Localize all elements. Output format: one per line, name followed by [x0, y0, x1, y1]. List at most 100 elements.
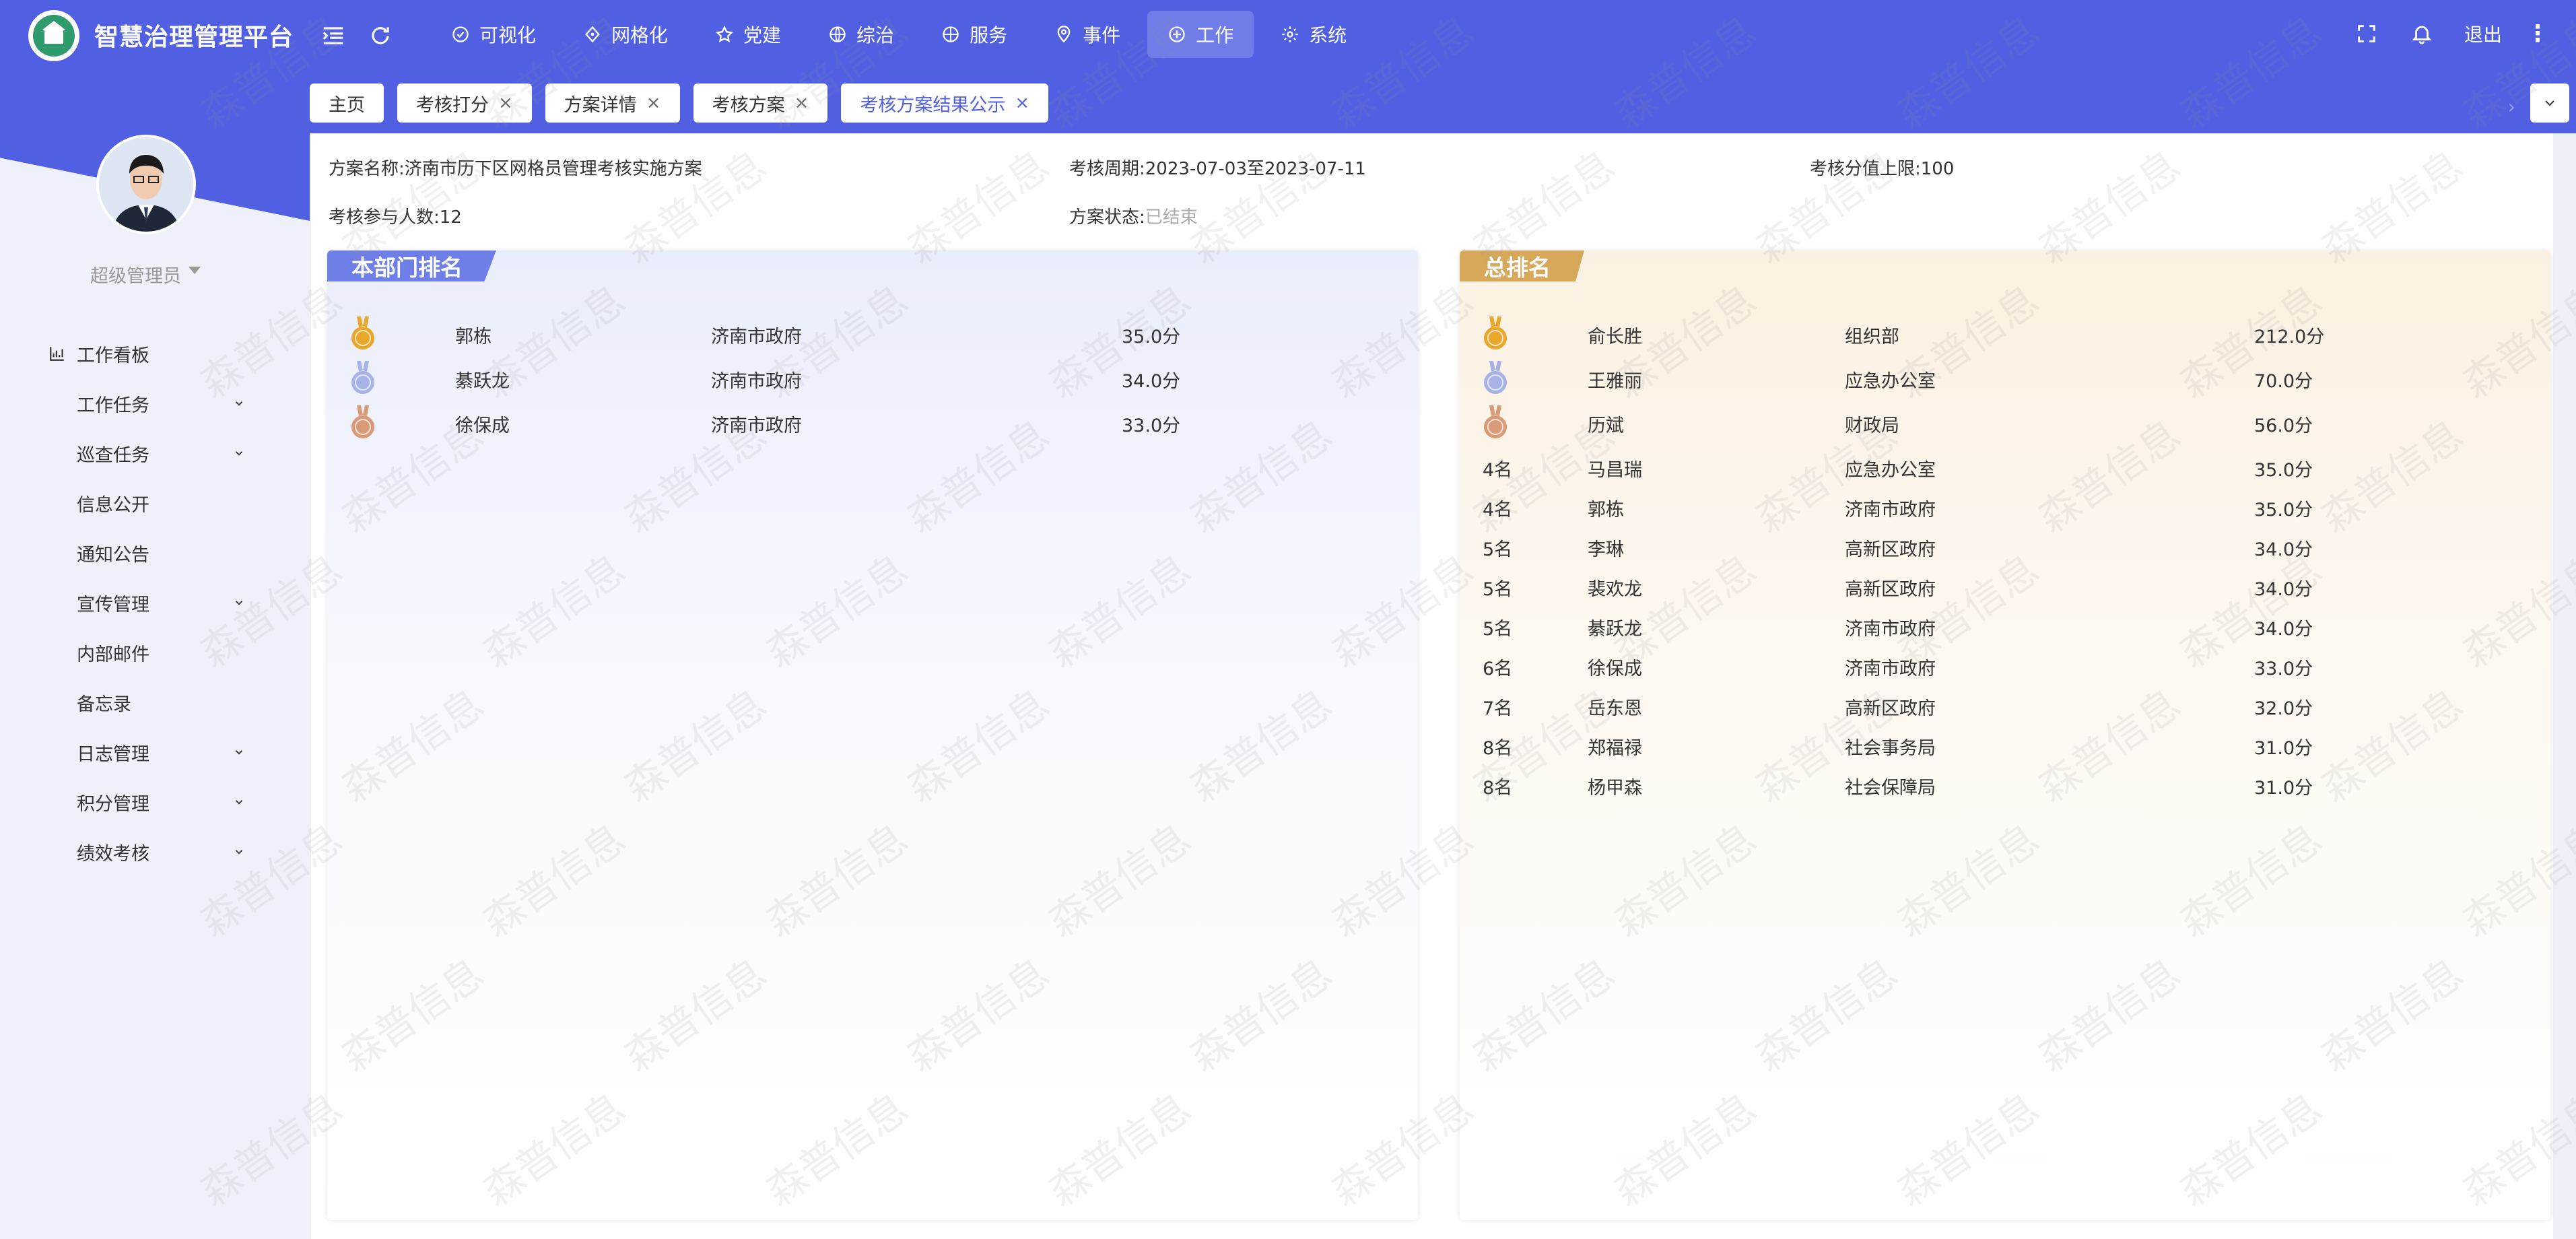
menu-collapse-icon[interactable]	[320, 23, 346, 48]
tab-scroll-right-icon[interactable]: ›	[2508, 96, 2515, 118]
tab-assessment-scoring[interactable]: 考核打分 ×	[397, 83, 532, 123]
refresh-icon[interactable]	[368, 23, 393, 48]
nav-label: 综治	[856, 24, 895, 46]
sidebar-item-label: 工作任务	[77, 395, 149, 416]
nav-item-party[interactable]: 党建	[695, 11, 801, 58]
organization: 社会事务局	[1845, 738, 1936, 759]
nav-item-service[interactable]: 服务	[921, 11, 1027, 58]
chevron-down-icon	[235, 850, 243, 855]
work-icon	[1169, 26, 1185, 42]
person-name: 岳东恩	[1588, 698, 1642, 719]
ranking-row: 5名 裴欢龙 高新区政府 34.0分	[1460, 566, 2550, 605]
sidebar-item-label: 通知公告	[77, 544, 149, 566]
sidebar-item-internal-mail[interactable]: 内部邮件	[0, 628, 310, 677]
grid-icon	[585, 26, 600, 43]
close-icon[interactable]: ×	[1015, 93, 1029, 113]
plan-max-score: 考核分值上限:100	[1810, 155, 1954, 180]
score: 35.0分	[2254, 460, 2313, 481]
tab-list: 主页 考核打分 × 方案详情 × 考核方案 × 考核方案结果公示 ×	[310, 83, 1062, 123]
tab-home[interactable]: 主页	[310, 83, 384, 123]
nav-item-work[interactable]: 工作	[1147, 11, 1254, 58]
gold-medal-icon	[1484, 316, 1507, 349]
nav-item-event[interactable]: 事件	[1034, 11, 1141, 58]
close-icon[interactable]: ×	[498, 93, 513, 113]
plan-period-label: 考核周期:	[1069, 159, 1145, 179]
nav-item-system[interactable]: 系统	[1260, 11, 1367, 58]
nav-label: 系统	[1309, 24, 1347, 46]
nav-label: 网格化	[611, 24, 669, 46]
more-icon[interactable]: ⋮	[2526, 20, 2549, 47]
rank-text: 8名	[1483, 778, 1513, 799]
plan-max-label: 考核分值上限:	[1810, 159, 1921, 179]
avatar[interactable]	[96, 135, 196, 234]
score: 35.0分	[2254, 500, 2313, 521]
chevron-down-icon	[235, 601, 243, 605]
sidebar-item-info-disclosure[interactable]: 信息公开	[0, 478, 310, 528]
sidebar-item-points[interactable]: 积分管理	[0, 777, 310, 827]
score: 212.0分	[2254, 327, 2325, 347]
close-icon[interactable]: ×	[794, 93, 809, 113]
total-ranking-panel: 总排名 俞长胜 组织部 212.0分 王雅丽 应急办公室 70.0分 历斌 财政局 56.0分 4…	[1460, 250, 2550, 1220]
sidebar-item-label: 宣传管理	[77, 594, 149, 615]
close-icon[interactable]: ×	[646, 93, 661, 113]
plan-name: 方案名称:济南市历下区网格员管理考核实施方案	[329, 155, 702, 180]
plan-name-value: 济南市历下区网格员管理考核实施方案	[404, 159, 702, 179]
user-name[interactable]: 超级管理员	[90, 261, 181, 288]
logout-button[interactable]: 退出	[2464, 20, 2502, 47]
tab-menu-button[interactable]	[2530, 83, 2569, 123]
tab-results-publication[interactable]: 考核方案结果公示 ×	[841, 83, 1049, 123]
ranking-row: 5名 李琳 高新区政府 34.0分	[1460, 527, 2550, 566]
sidebar-item-log-management[interactable]: 日志管理	[0, 727, 310, 777]
tab-plan-details[interactable]: 方案详情 ×	[545, 83, 680, 123]
plan-name-label: 方案名称:	[329, 159, 405, 179]
visual-icon	[452, 26, 469, 42]
sidebar-item-work-board[interactable]: 工作看板	[0, 329, 310, 378]
sidebar-item-work-tasks[interactable]: 工作任务	[0, 378, 310, 428]
score: 31.0分	[2254, 778, 2313, 799]
organization: 社会保障局	[1845, 778, 1936, 799]
nav-item-governance[interactable]: 综治	[808, 11, 914, 58]
organization: 济南市政府	[1845, 659, 1936, 679]
sidebar-item-publicity[interactable]: 宣传管理	[0, 578, 310, 628]
nav-item-visual[interactable]: 可视化	[431, 11, 556, 58]
person-name: 俞长胜	[1588, 327, 1642, 347]
plan-period-value: 2023-07-03至2023-07-11	[1145, 159, 1366, 179]
plan-participants: 考核参与人数:12	[329, 203, 462, 228]
main-nav: 可视化 网格化 党建 综治 服务 事件 工作 系统	[431, 11, 1374, 58]
chevron-down-icon	[235, 750, 243, 755]
person-name: 郭栋	[1588, 500, 1624, 521]
score: 70.0分	[2254, 371, 2313, 392]
globe-icon	[829, 26, 846, 42]
sidebar-item-notices[interactable]: 通知公告	[0, 528, 310, 578]
sidebar-item-memo[interactable]: 备忘录	[0, 677, 310, 727]
fullscreen-icon[interactable]	[2355, 22, 2378, 45]
status-badge: 已结束	[1145, 207, 1198, 228]
person-name: 徐保成	[1588, 659, 1642, 679]
rank-text: 4名	[1483, 460, 1513, 481]
sidebar-item-patrol-tasks[interactable]: 巡查任务	[0, 428, 310, 478]
score: 34.0分	[2254, 539, 2313, 560]
rank-text: 7名	[1483, 698, 1513, 719]
bell-icon[interactable]	[2410, 22, 2433, 45]
nav-item-grid[interactable]: 网格化	[563, 11, 688, 58]
score: 33.0分	[2254, 659, 2313, 679]
tab-assessment-plan[interactable]: 考核方案 ×	[693, 83, 828, 123]
ranking-row: 历斌 财政局 56.0分	[1460, 403, 2550, 442]
person-name: 綦跃龙	[455, 371, 510, 392]
plan-count-value: 12	[439, 207, 462, 228]
silver-medal-icon	[351, 361, 374, 394]
organization: 应急办公室	[1845, 371, 1936, 392]
tab-label: 考核方案	[712, 94, 785, 116]
ranking-row: 7名 岳东恩 高新区政府 32.0分	[1460, 685, 2550, 725]
tab-label: 主页	[329, 94, 365, 116]
person-name: 历斌	[1588, 415, 1624, 436]
ranking-row: 王雅丽 应急办公室 70.0分	[1460, 358, 2550, 397]
sidebar-item-performance[interactable]: 绩效考核	[0, 827, 310, 877]
caret-down-icon[interactable]	[189, 267, 201, 274]
organization: 济南市政府	[711, 371, 802, 392]
nav-label: 党建	[743, 24, 782, 46]
dept-ranking-panel: 本部门排名 郭栋 济南市政府 35.0分 綦跃龙 济南市政府 34.0分 徐保成 济南市政府 3…	[327, 250, 1418, 1220]
ranking-row: 5名 綦跃龙 济南市政府 34.0分	[1460, 606, 2550, 645]
plan-period: 考核周期:2023-07-03至2023-07-11	[1069, 155, 1366, 180]
sidebar-menu: 工作看板 工作任务 巡查任务 信息公开 通知公告 宣传管理 内部邮件 备忘录 日…	[0, 329, 310, 877]
